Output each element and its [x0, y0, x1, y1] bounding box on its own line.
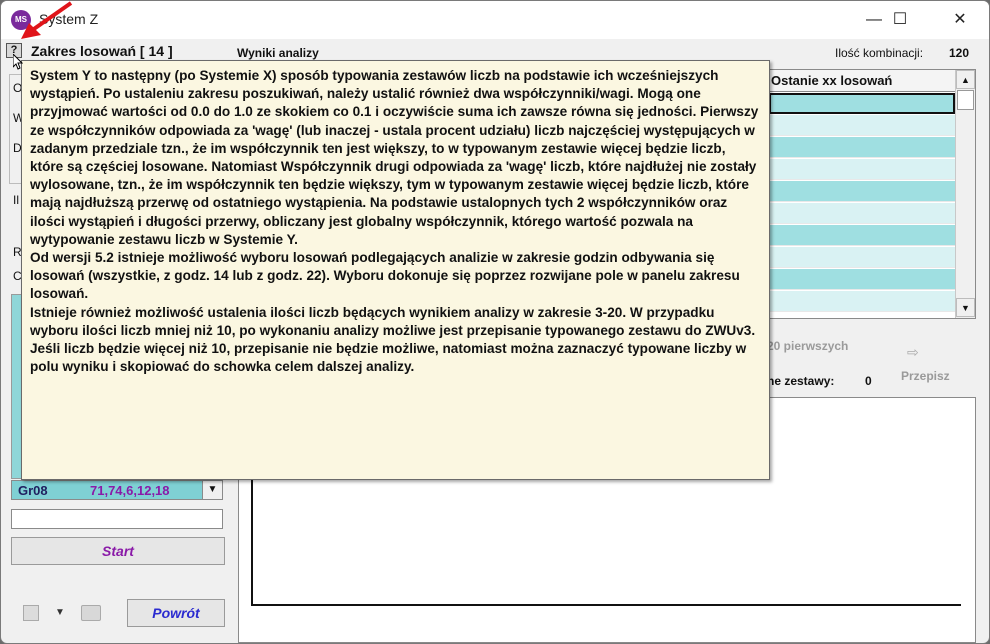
group-values: 71,74,6,12,18 [90, 483, 170, 498]
progress-bar [11, 509, 223, 529]
red-arrow-annotation [21, 1, 73, 39]
przepisz-icon[interactable]: ⇨ [907, 344, 925, 362]
left-label-il: Il [13, 193, 19, 207]
save-icon[interactable] [23, 605, 39, 621]
column-header-ostatnie[interactable]: Ostanie xx losowań [771, 73, 892, 88]
przepisz-button[interactable]: Przepisz [901, 369, 950, 383]
table-row-selected[interactable] [769, 93, 955, 114]
ilosc-kombinacji-value: 120 [949, 46, 970, 60]
ilosc-kombinacji-label: Ilość kombinacji: [835, 46, 924, 60]
scroll-thumb[interactable] [957, 90, 974, 110]
maximize-button[interactable]: ☐ [877, 1, 923, 39]
mouse-cursor-icon [13, 54, 23, 70]
close-button[interactable]: ✕ [937, 1, 983, 39]
powrot-button[interactable]: Powrót [127, 599, 225, 627]
help-tooltip-text: System Y to następny (po Systemie X) spo… [30, 68, 759, 375]
pierwszych-option[interactable]: 20 pierwszych [767, 339, 848, 353]
save-dropdown-icon[interactable]: ▼ [55, 607, 65, 618]
wyniki-analizy-label: Wyniki analizy [237, 46, 319, 60]
zestawy-value: 0 [865, 374, 872, 388]
scroll-down-icon[interactable]: ▼ [956, 298, 975, 317]
group-id: Gr08 [18, 483, 48, 498]
help-tooltip: System Y to następny (po Systemie X) spo… [21, 60, 770, 480]
app-window: MS System Z — ☐ ✕ ? Zakres losowań [ 14 … [0, 0, 990, 644]
table-scrollbar[interactable]: ▲ ▼ [955, 70, 975, 318]
title-bar: MS System Z — ☐ ✕ [1, 1, 989, 39]
scroll-up-icon[interactable]: ▲ [956, 70, 975, 89]
print-icon[interactable] [81, 605, 101, 621]
group-row[interactable]: Gr08 71,74,6,12,18 ▼ [11, 480, 223, 500]
start-button[interactable]: Start [11, 537, 225, 565]
chevron-down-icon[interactable]: ▼ [202, 481, 222, 499]
zestawy-label: ne zestawy: [767, 374, 835, 388]
